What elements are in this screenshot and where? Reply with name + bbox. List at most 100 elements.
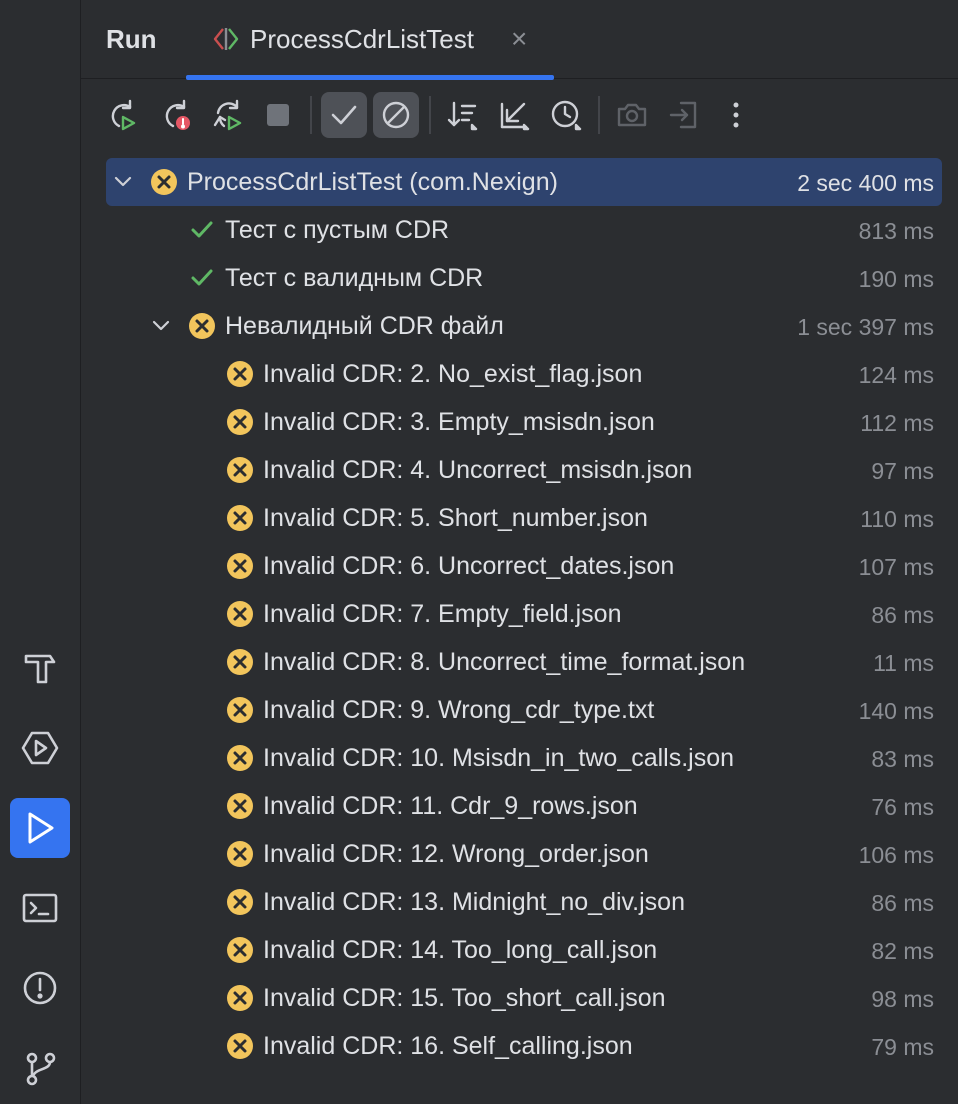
test-duration: 140 ms [858, 698, 934, 724]
test-name: Invalid CDR: 15. Too_short_call.json [263, 984, 666, 1012]
test-duration: 112 ms [860, 410, 934, 436]
test-passed-icon [188, 264, 216, 292]
rerun-failed-icon[interactable] [153, 92, 199, 138]
test-failed-icon [226, 792, 254, 820]
export-icon[interactable] [661, 92, 707, 138]
test-name: Invalid CDR: 3. Empty_msisdn.json [263, 408, 655, 436]
test-case-row[interactable]: Invalid CDR: 2. No_exist_flag.json 124 ms [106, 350, 942, 398]
test-case-row[interactable]: Invalid CDR: 10. Msisdn_in_two_calls.jso… [106, 734, 942, 782]
test-duration: 1 sec 397 ms [797, 314, 934, 340]
test-case-row[interactable]: Invalid CDR: 14. Too_long_call.json 82 ms [106, 926, 942, 974]
test-name: Invalid CDR: 2. No_exist_flag.json [263, 360, 643, 388]
tool-window-rail [0, 0, 81, 1104]
test-failed-icon [226, 984, 254, 1012]
services-icon[interactable] [10, 718, 70, 778]
test-failed-icon [226, 1032, 254, 1060]
show-passed-icon[interactable] [321, 92, 367, 138]
terminal-icon[interactable] [10, 878, 70, 938]
test-failed-icon [226, 504, 254, 532]
test-failed-icon [226, 552, 254, 580]
toolbar-separator [429, 96, 431, 134]
tab-bar: Run ProcessCdrListTest × [81, 0, 958, 80]
collapse-all-icon[interactable] [491, 92, 537, 138]
test-failed-icon [226, 696, 254, 724]
test-duration: 110 ms [860, 506, 934, 532]
test-suite-row[interactable]: ProcessCdrListTest (com.Nexign) 2 sec 400… [106, 158, 942, 206]
screenshot-icon[interactable] [609, 92, 655, 138]
sort-icon[interactable] [439, 92, 485, 138]
test-duration: 86 ms [871, 602, 934, 628]
test-name: Invalid CDR: 8. Uncorrect_time_format.js… [263, 648, 746, 676]
show-ignored-icon[interactable] [373, 92, 419, 138]
test-case-row[interactable]: Invalid CDR: 6. Uncorrect_dates.json 107 … [106, 542, 942, 590]
test-duration: 79 ms [871, 1034, 934, 1060]
test-duration: 83 ms [871, 746, 934, 772]
test-passed-icon [188, 216, 216, 244]
test-duration: 11 ms [873, 650, 934, 676]
test-case-row[interactable]: Invalid CDR: 5. Short_number.json 110 ms [106, 494, 942, 542]
test-case-row[interactable]: Invalid CDR: 8. Uncorrect_time_format.js… [106, 638, 942, 686]
test-failed-icon [226, 888, 254, 916]
test-duration: 98 ms [871, 986, 934, 1012]
test-duration: 2 sec 400 ms [797, 170, 934, 196]
test-name: Invalid CDR: 4. Uncorrect_msisdn.json [263, 456, 693, 484]
test-duration: 813 ms [858, 218, 934, 244]
test-name: Invalid CDR: 10. Msisdn_in_two_calls.jso… [263, 744, 735, 772]
test-name: Invalid CDR: 13. Midnight_no_div.json [263, 888, 685, 916]
test-name: Invalid CDR: 11. Cdr_9_rows.json [263, 792, 638, 820]
test-failed-icon [188, 312, 216, 340]
close-icon[interactable]: × [511, 25, 527, 53]
history-icon[interactable] [543, 92, 589, 138]
test-case-row[interactable]: Invalid CDR: 7. Empty_field.json 86 ms [106, 590, 942, 638]
test-duration: 106 ms [858, 842, 934, 868]
test-duration: 82 ms [871, 938, 934, 964]
test-failed-icon [226, 360, 254, 388]
test-duration: 97 ms [871, 458, 934, 484]
toolbar-separator [310, 96, 312, 134]
test-case-row[interactable]: Invalid CDR: 9. Wrong_cdr_type.txt 140 ms [106, 686, 942, 734]
test-name: Invalid CDR: 12. Wrong_order.json [263, 840, 649, 868]
test-case-row[interactable]: Invalid CDR: 11. Cdr_9_rows.json 76 ms [106, 782, 942, 830]
test-row[interactable]: Тест с пустым CDR 813 ms [106, 206, 942, 254]
test-duration: 86 ms [871, 890, 934, 916]
chevron-down-icon[interactable] [148, 313, 174, 339]
tab-process-cdr-list-test[interactable]: ProcessCdrListTest × [186, 0, 554, 80]
test-results-icon [210, 24, 242, 54]
test-case-row[interactable]: Invalid CDR: 3. Empty_msisdn.json 112 ms [106, 398, 942, 446]
test-duration: 107 ms [858, 554, 934, 580]
test-case-row[interactable]: Invalid CDR: 13. Midnight_no_div.json 86 … [106, 878, 942, 926]
test-duration: 190 ms [858, 266, 934, 292]
test-name: Невалидный CDR файл [225, 312, 504, 340]
test-duration: 124 ms [858, 362, 934, 388]
test-case-row[interactable]: Invalid CDR: 12. Wrong_order.json 106 ms [106, 830, 942, 878]
test-name: Тест с пустым CDR [225, 216, 450, 244]
test-row[interactable]: Тест с валидным CDR 190 ms [106, 254, 942, 302]
toggle-auto-rerun-icon[interactable] [205, 92, 251, 138]
test-name: Invalid CDR: 5. Short_number.json [263, 504, 648, 532]
test-name: Invalid CDR: 16. Self_calling.json [263, 1032, 633, 1060]
test-group-row[interactable]: Невалидный CDR файл 1 sec 397 ms [106, 302, 942, 350]
test-failed-icon [226, 408, 254, 436]
test-name: Invalid CDR: 6. Uncorrect_dates.json [263, 552, 675, 580]
toolbar-separator [598, 96, 600, 134]
build-icon[interactable] [10, 638, 70, 698]
test-case-row[interactable]: Invalid CDR: 15. Too_short_call.json 98 m… [106, 974, 942, 1022]
test-case-row[interactable]: Invalid CDR: 16. Self_calling.json 79 ms [106, 1022, 942, 1070]
test-failed-icon [226, 600, 254, 628]
test-name: Invalid CDR: 14. Too_long_call.json [263, 936, 658, 964]
run-icon[interactable] [10, 798, 70, 858]
rerun-icon[interactable] [99, 92, 145, 138]
test-failed-icon [226, 744, 254, 772]
test-failed-icon [150, 168, 178, 196]
chevron-down-icon[interactable] [110, 169, 136, 195]
test-case-row[interactable]: Invalid CDR: 4. Uncorrect_msisdn.json 97 … [106, 446, 942, 494]
test-failed-icon [226, 648, 254, 676]
test-failed-icon [226, 840, 254, 868]
problems-icon[interactable] [10, 958, 70, 1018]
more-icon[interactable] [713, 92, 759, 138]
test-name: Invalid CDR: 9. Wrong_cdr_type.txt [263, 696, 655, 724]
stop-icon[interactable] [255, 92, 301, 138]
run-tool-window: Run ProcessCdrListTest × ProcessCdrListT… [81, 0, 958, 1104]
tab-label: ProcessCdrListTest [250, 24, 474, 54]
git-icon[interactable] [10, 1038, 70, 1098]
